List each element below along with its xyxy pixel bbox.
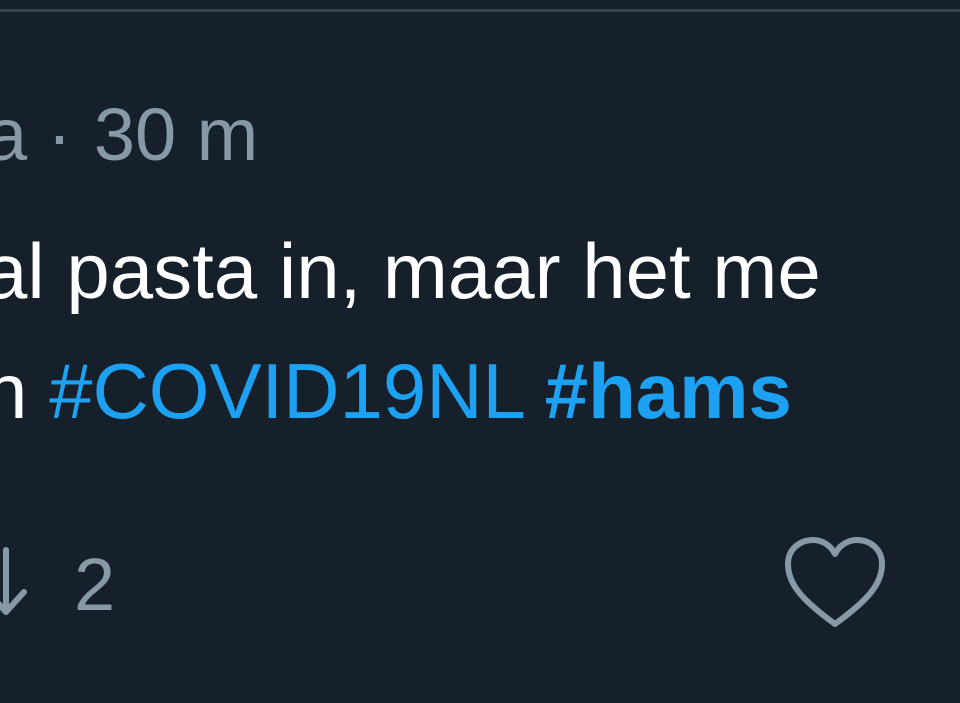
retweet-button[interactable]: 2 [0, 542, 115, 627]
hashtag-hams[interactable]: #hams [545, 347, 792, 435]
divider [0, 0, 960, 12]
tweet-header: a · 30 m [0, 98, 258, 172]
tweet-text-line-1: al pasta in, maar het me [0, 227, 821, 315]
retweet-icon [0, 542, 30, 627]
tweet-text-line-2: n #COVID19NL #hams [0, 352, 792, 430]
like-button[interactable] [782, 534, 888, 630]
tweet-actions: 2 [0, 530, 960, 630]
author-name-fragment[interactable]: a [0, 93, 27, 176]
tweet-timestamp[interactable]: 30 m [94, 93, 259, 176]
hashtag-covid19nl[interactable]: #COVID19NL [49, 347, 523, 435]
retweet-count: 2 [74, 542, 116, 626]
tweet-text-fragment: n [0, 347, 28, 435]
tweet-card[interactable]: a · 30 m al pasta in, maar het me n #COVID… [0, 0, 960, 703]
heart-icon [782, 537, 888, 634]
header-separator: · [47, 93, 72, 176]
